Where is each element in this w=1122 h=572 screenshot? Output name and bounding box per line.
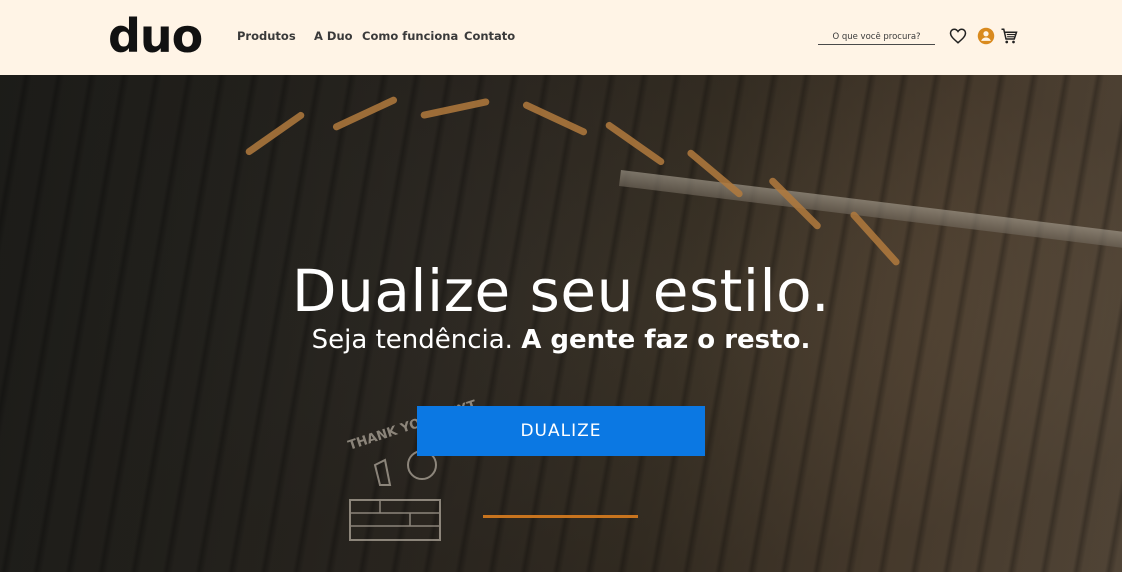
nav-contato[interactable]: Contato (464, 29, 515, 43)
accent-divider (483, 515, 638, 518)
hero-title: Dualize seu estilo. (291, 257, 831, 325)
duo-logo[interactable]: duo (108, 8, 203, 64)
hero-banner: THANK YOU, NEXT Dualize seu estilo. Seja… (0, 75, 1122, 572)
hero-subtitle-regular: Seja tendência. (311, 325, 513, 355)
nav-como-funciona[interactable]: Como funciona (362, 29, 458, 43)
nav-a-duo[interactable]: A Duo (314, 29, 353, 43)
site-header: duo Produtos A Duo Como funciona Contato (0, 0, 1122, 75)
search-input[interactable] (818, 29, 935, 45)
nav-produtos[interactable]: Produtos (237, 29, 296, 43)
cart-icon[interactable] (1000, 27, 1018, 45)
dualize-button[interactable]: DUALIZE (417, 406, 705, 456)
hero-subtitle-bold: A gente faz o resto. (521, 325, 811, 355)
hero-subtitle: Seja tendência. A gente faz o resto. (0, 325, 1122, 355)
heart-icon[interactable] (949, 27, 967, 45)
user-icon[interactable] (977, 27, 995, 45)
